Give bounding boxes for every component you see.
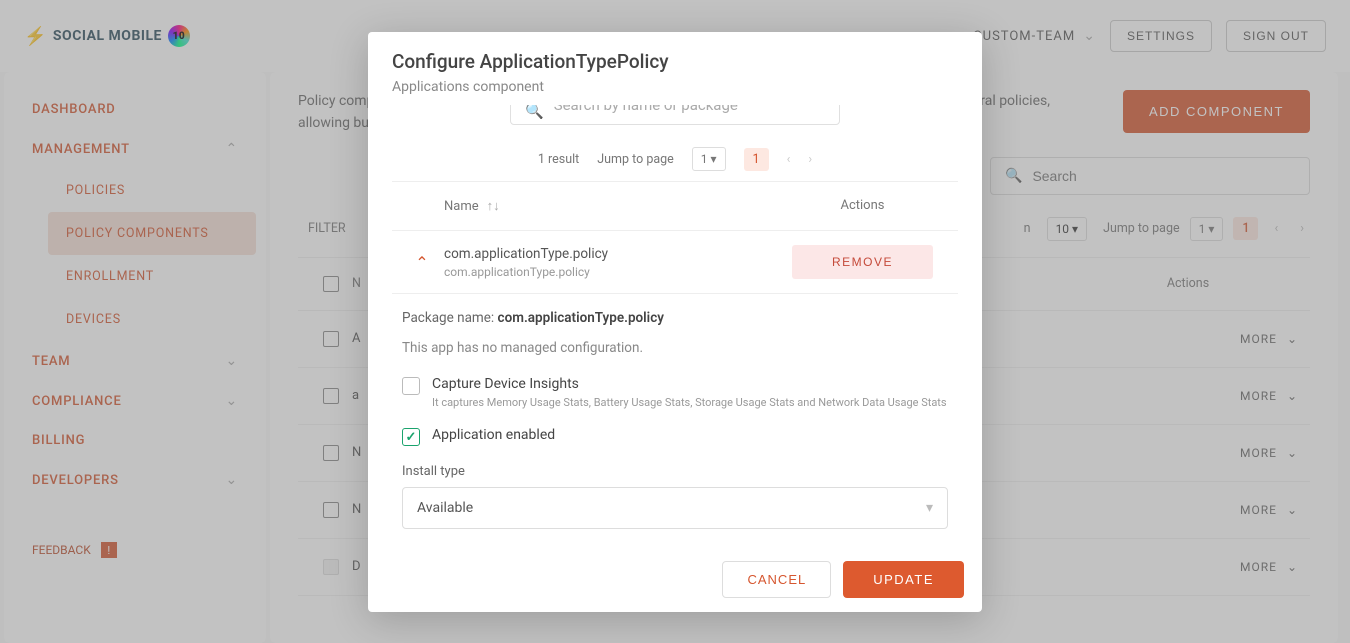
expand-toggle[interactable]: ⌃ — [400, 253, 444, 272]
search-icon: 🔍 — [525, 105, 544, 120]
expand-panel: Package name: com.applicationType.policy… — [392, 294, 958, 533]
configure-modal: Configure ApplicationTypePolicy Applicat… — [368, 32, 982, 612]
dropdown-icon: ▾ — [926, 500, 933, 516]
sort-icon: ↑↓ — [487, 198, 500, 214]
capture-insights-help: It captures Memory Usage Stats, Battery … — [432, 396, 947, 409]
result-count: 1 result — [538, 152, 579, 167]
capture-insights-label: Capture Device Insights — [432, 376, 947, 392]
install-type-label: Install type — [402, 464, 948, 479]
remove-button[interactable]: REMOVE — [792, 245, 933, 279]
chevron-up-icon: ⌃ — [415, 253, 428, 272]
modal-search-box[interactable]: 🔍 Search by name or package — [510, 105, 840, 125]
app-package: com.applicationType.policy — [444, 265, 775, 279]
modal-current-page: 1 — [744, 148, 769, 171]
prev-page-icon[interactable]: ‹ — [787, 152, 791, 167]
modal-table-row: ⌃ com.applicationType.policy com.applica… — [392, 231, 958, 294]
modal-body[interactable]: 🔍 Search by name or package 1 result Jum… — [368, 105, 982, 547]
cancel-button[interactable]: CANCEL — [722, 561, 831, 598]
modal-overlay[interactable]: Configure ApplicationTypePolicy Applicat… — [0, 0, 1350, 643]
app-enabled-checkbox[interactable] — [402, 428, 420, 446]
app-enabled-label: Application enabled — [432, 427, 555, 443]
capture-insights-checkbox[interactable] — [402, 377, 420, 395]
next-page-icon[interactable]: › — [808, 152, 812, 167]
modal-search-placeholder: Search by name or package — [554, 105, 738, 114]
modal-col-name[interactable]: Name ↑↓ — [444, 198, 775, 214]
modal-col-actions: Actions — [775, 198, 950, 214]
install-type-select[interactable]: Available ▾ — [402, 487, 948, 529]
modal-title: Configure ApplicationTypePolicy — [392, 50, 958, 73]
app-title: com.applicationType.policy — [444, 246, 775, 262]
update-button[interactable]: UPDATE — [843, 561, 964, 598]
modal-jump-select[interactable]: 1 ▾ — [692, 147, 726, 171]
modal-subtitle: Applications component — [392, 79, 958, 95]
no-config-text: This app has no managed configuration. — [402, 340, 948, 356]
package-name-value: com.applicationType.policy — [498, 310, 664, 326]
